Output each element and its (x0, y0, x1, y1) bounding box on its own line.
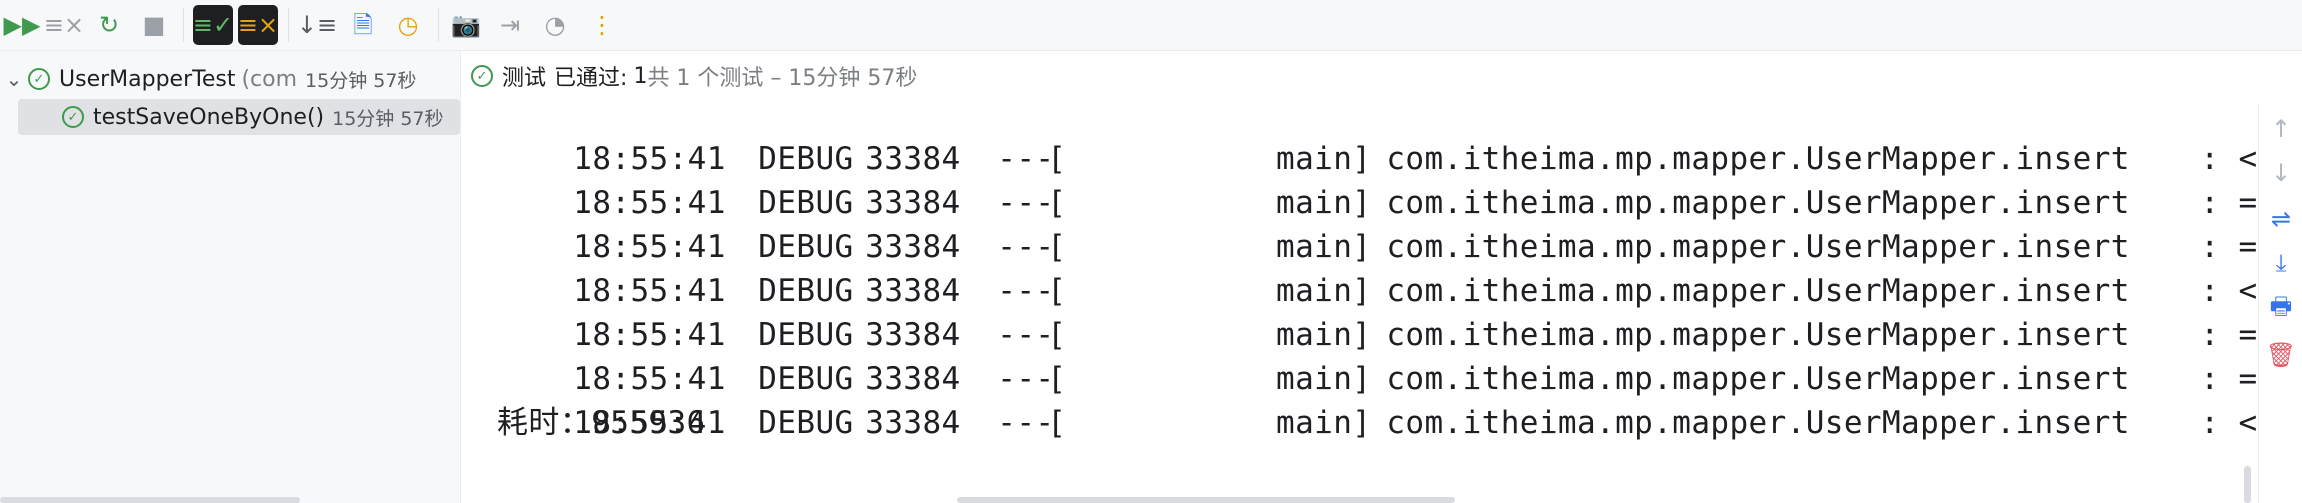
toolbar-divider (183, 8, 184, 42)
toolbar-divider (438, 8, 439, 42)
test-method-duration: 15分钟 57秒 (332, 107, 444, 130)
log-line: 18:55:41 DEBUG 33384 ---[ main] com.itheima… (573, 141, 2258, 177)
rerun-failed-icon[interactable]: ≡× (44, 6, 84, 44)
tree-item-usermappertest[interactable]: ⌄ ✓ UserMapperTest (com 15分钟 57秒 (0, 61, 417, 97)
stop-icon[interactable]: ■ (134, 6, 174, 44)
more-options-icon[interactable]: ⋮ (582, 6, 622, 44)
test-tree-panel: ⌄ ✓ UserMapperTest (com 15分钟 57秒 ✓ testS… (0, 51, 461, 503)
toolbar-divider (288, 8, 289, 42)
export-icon[interactable]: ⇥ (490, 6, 530, 44)
sort-icon[interactable]: ↓≡ (297, 6, 337, 44)
scroll-up-icon[interactable]: ↑ (2259, 111, 2302, 147)
screenshot-icon[interactable]: 📷 (446, 6, 486, 44)
history-icon[interactable]: ◷ (388, 6, 428, 44)
status-label: 测试 (502, 66, 547, 91)
elapsed-time-output: 耗时：955936 (497, 405, 706, 441)
import-tests-icon[interactable]: 🗎 (343, 6, 383, 44)
rerun-icon[interactable]: ▶▶ (2, 6, 42, 44)
test-passed-icon: ✓ (471, 65, 493, 87)
soft-wrap-icon[interactable]: ⇌ (2259, 201, 2302, 237)
log-line: 18:55:41 DEBUG 33384 ---[ main] com.itheima… (573, 317, 2258, 353)
test-class-label: UserMapperTest (59, 66, 236, 92)
test-passed-icon: ✓ (62, 106, 84, 128)
chevron-down-icon[interactable]: ⌄ (0, 67, 28, 91)
test-passed-icon: ✓ (28, 68, 50, 90)
show-ignored-icon[interactable]: ≡× (238, 5, 278, 45)
test-runner-toolbar: ▶▶ ≡× ↻ ■ ≡✓ ≡× ↓≡ 🗎 ◷ 📷 ⇥ ◔ ⋮ (0, 0, 2302, 51)
tree-horizontal-scrollbar[interactable] (0, 497, 300, 503)
status-state: 已通过: (554, 66, 628, 91)
status-summary: 共 1 个测试 – 15分钟 57秒 (647, 66, 918, 91)
console-actions-gutter: ↑ ↓ ⇌ ⤓ 🖶 🗑 (2258, 103, 2302, 503)
status-passed-count: 1 (633, 63, 648, 89)
test-status-bar: ✓ 测试 已通过: 1 共 1 个测试 – 15分钟 57秒 (461, 51, 2302, 101)
log-line: 18:55:41 DEBUG 33384 ---[ main] com.itheima… (573, 229, 2258, 265)
test-class-duration: 15分钟 57秒 (305, 69, 417, 92)
log-line: 18:55:41 DEBUG 33384 ---[ main] com.itheima… (573, 405, 2258, 441)
log-line: 18:55:41 DEBUG 33384 ---[ main] com.itheima… (573, 185, 2258, 221)
console-vertical-scrollbar[interactable] (2244, 466, 2251, 503)
test-class-package: (com (241, 66, 298, 92)
log-line: 18:55:41 DEBUG 33384 ---[ main] com.itheima… (573, 361, 2258, 397)
coverage-icon[interactable]: ◔ (535, 6, 575, 44)
console-output[interactable]: 18:55:41 DEBUG 33384 ---[ main] com.itheima… (461, 103, 2258, 503)
show-passed-icon[interactable]: ≡✓ (193, 5, 233, 45)
test-method-label: testSaveOneByOne() (93, 104, 325, 130)
scroll-down-icon[interactable]: ↓ (2259, 155, 2302, 191)
print-icon[interactable]: 🖶 (2259, 291, 2302, 327)
rerun-refresh-icon[interactable]: ↻ (89, 6, 129, 44)
console-horizontal-scrollbar[interactable] (957, 497, 1455, 503)
log-line: 18:55:41 DEBUG 33384 ---[ main] com.itheima… (573, 273, 2258, 309)
scroll-to-end-icon[interactable]: ⤓ (2259, 245, 2302, 281)
clear-all-icon[interactable]: 🗑 (2259, 337, 2302, 373)
tree-item-testsaveonebyone[interactable]: ✓ testSaveOneByOne() 15分钟 57秒 (18, 99, 460, 135)
